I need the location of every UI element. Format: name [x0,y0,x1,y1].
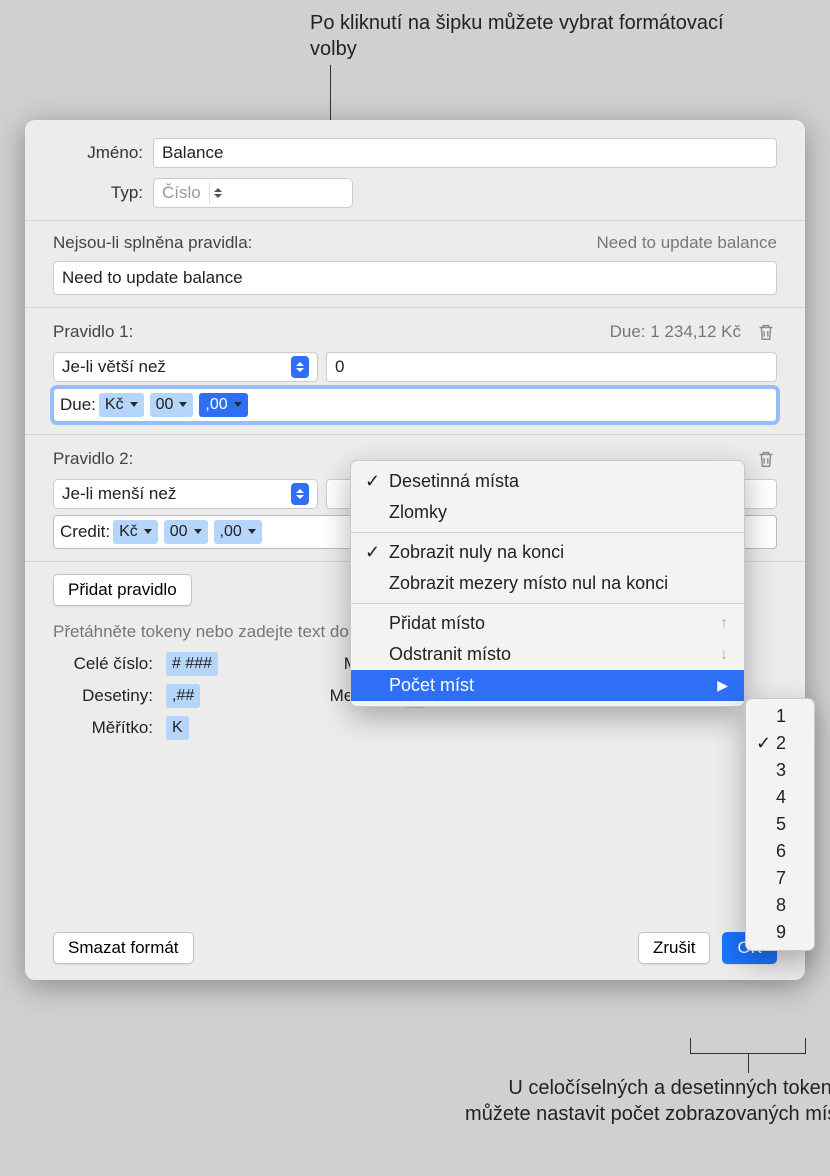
type-label: Typ: [53,183,143,203]
annotation-top: Po kliknutí na šipku můžete vybrat formá… [310,10,760,62]
menu-item-spaces-instead[interactable]: Zobrazit mezery místo nul na konci [351,568,744,599]
rule1-operator-value: Je-li větší než [62,357,166,377]
menu-item-trailing-zeros[interactable]: Zobrazit nuly na konci [351,537,744,568]
trash-icon[interactable] [755,447,777,471]
submenu-item-2[interactable]: 2 [746,730,814,757]
token-integer[interactable]: 00 [150,393,194,417]
menu-separator [351,532,744,533]
stepper-arrows-icon [291,356,309,378]
menu-item-fractions[interactable]: Zlomky [351,497,744,528]
no-rules-preview: Need to update balance [596,233,777,253]
callout-bracket [690,1038,806,1054]
menu-item-add-place[interactable]: Přidat místo ↑ [351,608,744,639]
stepper-arrows-icon [291,483,309,505]
token-currency[interactable]: Kč [99,393,144,417]
token-scale-label: Měřítko: [53,718,153,738]
no-rules-label: Nejsou-li splněna pravidla: [53,233,252,253]
rule1-preview: Due: 1 234,12 Kč [610,322,741,342]
rule1-compare-field[interactable]: 0 [326,352,777,382]
add-rule-button[interactable]: Přidat pravidlo [53,574,192,606]
annotation-bottom: U celočíselných a desetinných tokenů můž… [463,1075,830,1127]
chevron-down-icon [177,396,187,414]
rule1-label: Pravidlo 1: [53,322,133,342]
menu-separator [351,603,744,604]
chevron-down-icon [232,396,242,414]
arrow-up-icon: ↑ [720,615,728,633]
arrow-down-icon: ↓ [720,646,728,664]
format-options-menu: Desetinná místa Zlomky Zobrazit nuly na … [350,460,745,707]
rule2-operator-dropdown[interactable]: Je-li menší než [53,479,318,509]
token-integer[interactable]: 00 [164,520,208,544]
submenu-item-3[interactable]: 3 [746,757,814,784]
token-dec-label: Desetiny: [53,686,153,706]
token-sample-int[interactable]: # ### [166,652,218,676]
separator [25,434,805,435]
chevron-down-icon [128,396,138,414]
submenu-item-9[interactable]: 9 [746,919,814,946]
menu-item-label: Přidat místo [389,613,485,634]
cancel-button[interactable]: Zrušit [638,932,711,964]
submenu-item-7[interactable]: 7 [746,865,814,892]
token-int-label: Celé číslo: [53,654,153,674]
token-sample-scale[interactable]: K [166,716,189,740]
chevron-down-icon [246,523,256,541]
type-dropdown[interactable]: Číslo [153,178,353,208]
name-label: Jméno: [53,143,143,163]
token-decimal[interactable]: ,00 [199,393,247,417]
chevron-right-icon: ▶ [717,677,728,694]
menu-item-label: Odstranit místo [389,644,511,665]
type-dropdown-value: Číslo [162,183,201,203]
separator [25,307,805,308]
callout-bracket-stem [748,1053,749,1073]
num-places-submenu: 1 2 3 4 5 6 7 8 9 [745,698,815,951]
token-decimal[interactable]: ,00 [214,520,262,544]
token-sample-dec[interactable]: ,## [166,684,200,708]
submenu-item-1[interactable]: 1 [746,703,814,730]
rule1-prefix-text: Due: [60,395,96,415]
delete-format-button[interactable]: Smazat formát [53,932,194,964]
rule2-label: Pravidlo 2: [53,449,133,469]
menu-item-remove-place[interactable]: Odstranit místo ↓ [351,639,744,670]
stepper-arrows-icon [209,182,227,204]
rule2-prefix-text: Credit: [60,522,110,542]
no-rules-value-field[interactable]: Need to update balance [53,261,777,295]
menu-item-num-places[interactable]: Počet míst ▶ [351,670,744,701]
name-field[interactable]: Balance [153,138,777,168]
submenu-item-8[interactable]: 8 [746,892,814,919]
submenu-item-5[interactable]: 5 [746,811,814,838]
chevron-down-icon [142,523,152,541]
rule2-operator-value: Je-li menší než [62,484,176,504]
trash-icon[interactable] [755,320,777,344]
menu-item-label: Počet míst [389,675,474,696]
menu-item-decimals[interactable]: Desetinná místa [351,466,744,497]
separator [25,220,805,221]
token-currency[interactable]: Kč [113,520,158,544]
chevron-down-icon [192,523,202,541]
rule1-format-field[interactable]: Due: Kč 00 ,00 [53,388,777,422]
submenu-item-6[interactable]: 6 [746,838,814,865]
rule1-operator-dropdown[interactable]: Je-li větší než [53,352,318,382]
submenu-item-4[interactable]: 4 [746,784,814,811]
